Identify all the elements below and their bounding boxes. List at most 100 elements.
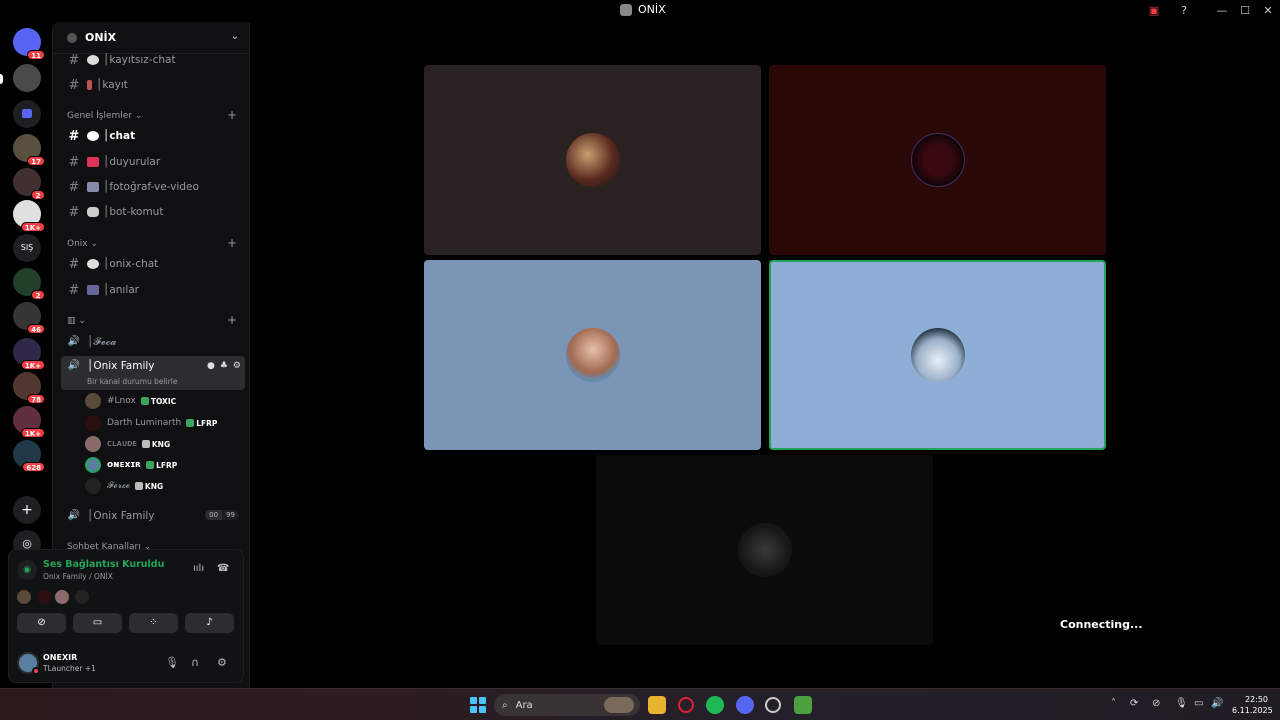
volume-icon[interactable]: 🔊: [1211, 698, 1223, 709]
gear-icon[interactable]: ⚙: [233, 361, 241, 371]
badge: 1K+: [20, 428, 45, 438]
voice-member[interactable]: 𝓕𝓸𝓻𝓬𝓮 KNG: [85, 477, 163, 495]
close-button[interactable]: ✕: [1260, 4, 1276, 17]
taskbar-search[interactable]: ⌕ Ara: [494, 694, 640, 716]
add-channel-icon[interactable]: +: [227, 108, 237, 122]
clock-time: 22:50: [1244, 695, 1268, 704]
camera-off-button[interactable]: ⊘: [17, 613, 66, 633]
server-9[interactable]: 1K+: [13, 406, 45, 438]
screen-share-button[interactable]: ▭: [73, 613, 122, 633]
member-name: #Lnox: [107, 396, 136, 406]
direct-messages-icon[interactable]: 11: [13, 28, 45, 60]
minimize-button[interactable]: —: [1214, 4, 1230, 17]
system-clock[interactable]: 22:50 6.11.2025: [1232, 694, 1273, 716]
badge: 628: [22, 462, 45, 472]
server-8[interactable]: 78: [13, 372, 45, 404]
server-3[interactable]: 2: [13, 168, 45, 200]
steam-icon[interactable]: [765, 697, 781, 713]
spotify-icon[interactable]: [706, 696, 724, 714]
hash-icon: #: [68, 52, 80, 68]
disconnect-icon[interactable]: ☎: [217, 563, 229, 574]
inbox-icon[interactable]: ▣: [1146, 4, 1162, 17]
film-icon: [87, 285, 99, 295]
hash-icon: #: [68, 204, 80, 220]
voice-location[interactable]: Onix Family / ONİX: [43, 572, 113, 581]
category-voice[interactable]: ▥ ⌄: [67, 316, 86, 326]
add-server-icon[interactable]: +: [13, 496, 41, 524]
chevron-up-icon[interactable]: ˄: [1111, 698, 1116, 709]
title-bar: ONİX ▣ ? — ☐ ✕: [0, 0, 1280, 22]
invite-icon[interactable]: ♣: [220, 361, 228, 371]
add-channel-icon[interactable]: +: [227, 313, 237, 327]
windows-start-icon[interactable]: [470, 697, 486, 713]
network-icon[interactable]: ⊘: [1152, 698, 1160, 709]
channel-chat[interactable]: # │chat: [61, 125, 245, 147]
discord-icon[interactable]: [736, 696, 754, 714]
headphones-icon[interactable]: ∩: [191, 656, 199, 669]
channel-label: │kayıt: [96, 79, 128, 91]
channel-label: │Onix Family: [87, 360, 155, 372]
noise-suppression-icon[interactable]: ıılı: [193, 563, 204, 574]
participant-avatar: [910, 328, 965, 382]
channel-duyurular[interactable]: # │duyurular: [61, 151, 245, 173]
minecraft-icon[interactable]: [794, 696, 812, 714]
guild-icon: [67, 32, 77, 43]
guild-name: ONİX: [85, 31, 117, 44]
soundboard-button[interactable]: ♪: [185, 613, 234, 633]
microphone-icon[interactable]: 🎙: [165, 656, 179, 669]
voice-channel-onix-family-2[interactable]: 🔊 │Onix Family 00 99: [61, 505, 245, 527]
server-short-name: SIŞ: [20, 243, 34, 252]
folder-icon[interactable]: [13, 100, 41, 128]
member-name: Darth Luminarth: [107, 418, 182, 428]
channel-kayit[interactable]: # │kayıt: [61, 74, 245, 96]
server-6[interactable]: 46: [13, 302, 45, 334]
voice-channel-feca[interactable]: 🔊 │𝓕𝓮𝓬𝓪: [61, 331, 245, 353]
monitor-icon[interactable]: ▭: [1194, 698, 1203, 709]
microphone-icon[interactable]: 🎙: [1175, 698, 1188, 709]
selected-pill: [0, 74, 3, 84]
gear-icon[interactable]: ⚙: [217, 656, 227, 669]
server-4[interactable]: 1K+: [13, 200, 45, 232]
server-10[interactable]: 628: [13, 440, 45, 472]
server-7[interactable]: 1K+: [13, 338, 45, 370]
server-onix[interactable]: [13, 64, 41, 92]
activities-button[interactable]: ⁘: [129, 613, 178, 633]
server-2[interactable]: 17: [13, 134, 45, 166]
server-icon: [620, 3, 632, 16]
channel-label: │chat: [103, 130, 136, 142]
participant-tile[interactable]: [424, 260, 761, 450]
user-name[interactable]: ONEXIR: [43, 653, 77, 662]
opera-icon[interactable]: [678, 697, 694, 713]
voice-member[interactable]: #Lnox TOXIC: [85, 392, 176, 410]
server-5[interactable]: 2: [13, 268, 45, 300]
participant-tile[interactable]: [596, 455, 933, 645]
channel-bot-komut[interactable]: # │bot-komut: [61, 201, 245, 223]
participant-tile-speaking[interactable]: [769, 260, 1106, 450]
channel-onix-chat[interactable]: # │onix-chat: [61, 253, 245, 275]
channel-anilar[interactable]: # │anılar: [61, 279, 245, 301]
participant-tile[interactable]: [769, 65, 1106, 255]
channel-status-placeholder[interactable]: Bir kanal durumu belirle: [87, 377, 177, 386]
add-channel-icon[interactable]: +: [227, 236, 237, 250]
maximize-button[interactable]: ☐: [1237, 4, 1253, 17]
channel-kayitsiz-chat[interactable]: # │kayıtsız-chat: [61, 49, 245, 71]
sync-icon[interactable]: ⟳: [1130, 698, 1138, 709]
voice-member[interactable]: Darth Luminarth LFRP: [85, 414, 217, 432]
server-sis[interactable]: SIŞ: [13, 234, 41, 262]
chat-icon[interactable]: ●: [207, 361, 215, 371]
voice-channel-onix-family[interactable]: 🔊 │Onix Family Bir kanal durumu belirle …: [61, 356, 245, 390]
leaf-icon: [146, 461, 155, 469]
badge: 46: [27, 324, 45, 334]
avatar[interactable]: [17, 652, 40, 675]
category-genel[interactable]: Genel İşlemler ⌄: [67, 111, 142, 121]
voice-member[interactable]: ᴏɴᴇxɪʀ LFRP: [85, 456, 177, 474]
voice-status[interactable]: Ses Bağlantısı Kuruldu: [43, 559, 164, 570]
counter-current: 00: [205, 510, 223, 520]
file-explorer-icon[interactable]: [648, 696, 666, 714]
help-icon[interactable]: ?: [1176, 4, 1192, 17]
category-onix[interactable]: Onix ⌄: [67, 239, 98, 249]
counter-limit: 99: [222, 510, 239, 520]
voice-member[interactable]: ᴄʟᴀᴜᴅᴇ KNG: [85, 435, 170, 453]
participant-tile[interactable]: [424, 65, 761, 255]
channel-fotograf-ve-video[interactable]: # │fotoğraf-ve-video: [61, 176, 245, 198]
